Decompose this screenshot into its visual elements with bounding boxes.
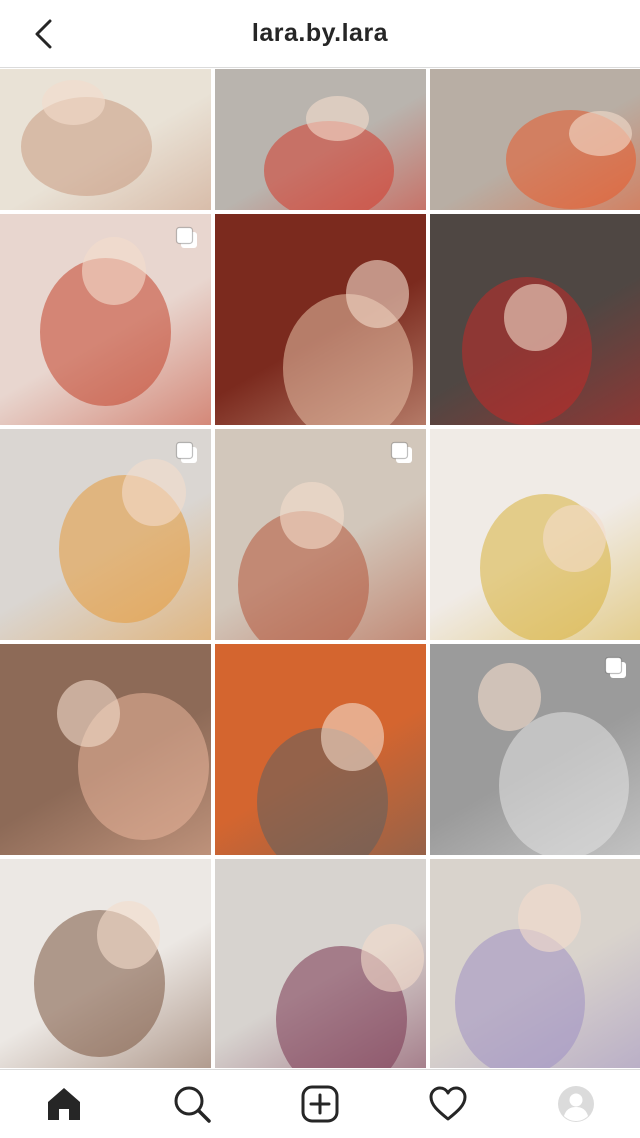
photo-kids-highchairs[interactable] bbox=[215, 859, 426, 1068]
photo-baby-orange-blanket[interactable] bbox=[215, 644, 426, 855]
top-bar: lara.by.lara bbox=[0, 0, 640, 68]
profile-username: lara.by.lara bbox=[251, 19, 389, 47]
nav-activity-button[interactable] bbox=[416, 1072, 480, 1136]
carousel-front-square bbox=[604, 656, 623, 675]
carousel-icon bbox=[390, 441, 412, 463]
search-icon bbox=[174, 1086, 211, 1123]
carousel-icon bbox=[175, 226, 197, 248]
photo-highlight bbox=[360, 924, 424, 992]
nav-search-button[interactable] bbox=[160, 1072, 224, 1136]
carousel-icon bbox=[175, 441, 197, 463]
photo-man-birthday-table[interactable] bbox=[215, 429, 426, 640]
photo-baby-lilac-knit[interactable] bbox=[430, 859, 640, 1068]
photo-subject bbox=[455, 928, 586, 1068]
photo-family-bw[interactable] bbox=[430, 644, 640, 855]
heart-icon bbox=[429, 1086, 467, 1121]
bottom-navigation bbox=[0, 1069, 640, 1138]
chevron-left-icon bbox=[35, 19, 52, 49]
photo-highlight bbox=[478, 662, 542, 731]
carousel-front-square bbox=[175, 226, 194, 245]
photo-highlight bbox=[320, 703, 384, 771]
photo-subject bbox=[499, 711, 630, 855]
photo-highlight bbox=[503, 283, 567, 352]
add-post-icon bbox=[301, 1085, 339, 1123]
photo-highlight bbox=[82, 237, 146, 305]
photo-kids-floor[interactable] bbox=[215, 69, 426, 210]
carousel-front-square bbox=[390, 441, 409, 460]
photo-grid bbox=[0, 69, 640, 1068]
carousel-front-square bbox=[175, 441, 194, 460]
photo-highlight bbox=[97, 901, 161, 969]
photo-birthday-girl-cake[interactable] bbox=[0, 429, 211, 640]
photo-baby-sleeping-red[interactable] bbox=[215, 214, 426, 425]
photo-girl-white-wall[interactable] bbox=[0, 859, 211, 1068]
photo-highlight bbox=[518, 884, 582, 952]
photo-mother-daughter[interactable] bbox=[430, 214, 640, 425]
nav-home-button[interactable] bbox=[32, 1072, 96, 1136]
photo-highlight bbox=[305, 95, 370, 141]
photo-highlight bbox=[345, 260, 410, 328]
photo-highlight bbox=[568, 111, 632, 157]
nav-add-post-button[interactable] bbox=[288, 1072, 352, 1136]
carousel-icon bbox=[604, 656, 626, 678]
home-icon bbox=[48, 1088, 80, 1120]
photo-couple-selfie[interactable] bbox=[430, 69, 640, 210]
photo-balloon-three[interactable] bbox=[430, 429, 640, 640]
photo-baby-fleece[interactable] bbox=[0, 69, 211, 210]
nav-profile-button[interactable] bbox=[544, 1072, 608, 1136]
profile-avatar-icon bbox=[558, 1086, 594, 1122]
photo-mother-babywrap[interactable] bbox=[0, 214, 211, 425]
photo-girl-crying[interactable] bbox=[0, 644, 211, 855]
back-button[interactable] bbox=[28, 18, 60, 50]
photo-highlight bbox=[280, 481, 344, 550]
photo-highlight bbox=[122, 458, 186, 527]
